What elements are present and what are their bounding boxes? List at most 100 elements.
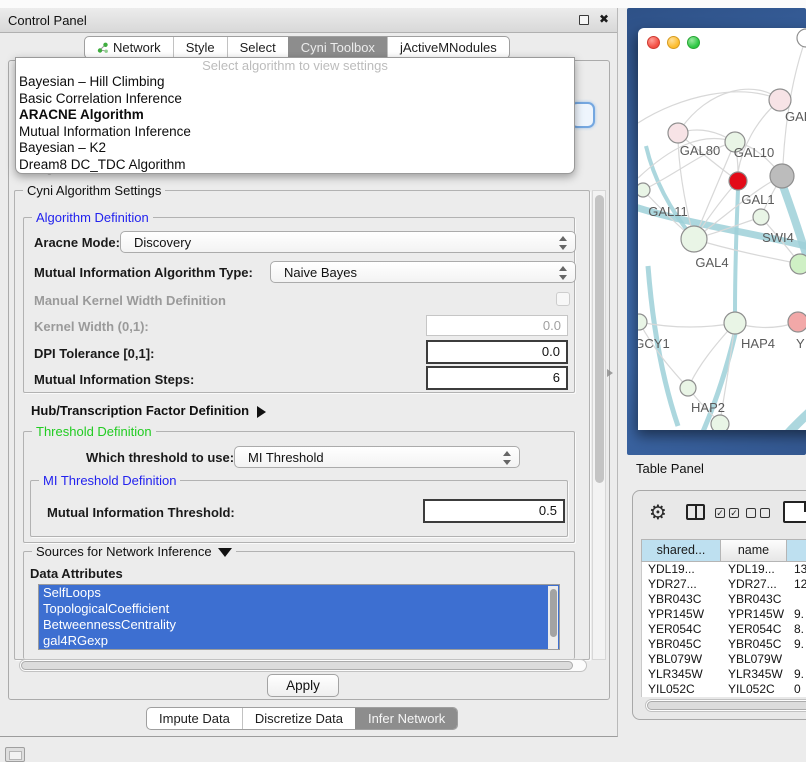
table-cell[interactable]: YLR345W: [722, 667, 788, 682]
split-columns-icon[interactable]: [686, 504, 705, 520]
table-cell[interactable]: [788, 652, 806, 667]
table-cell[interactable]: 13: [788, 562, 806, 577]
node-gal11[interactable]: [638, 183, 650, 197]
table-cell[interactable]: 8.: [788, 622, 806, 637]
settings-vertical-scrollbar[interactable]: [592, 190, 606, 660]
tab-network[interactable]: Network: [85, 37, 173, 58]
data-attributes-list[interactable]: SelfLoopsTopologicalCoefficientBetweenne…: [38, 584, 560, 650]
mi-threshold-field[interactable]: 0.5: [423, 499, 565, 523]
table-cell[interactable]: YER054C: [722, 622, 788, 637]
node-gal4[interactable]: [681, 226, 707, 252]
node-hap2[interactable]: [680, 380, 696, 396]
settings-horizontal-scrollbar[interactable]: [19, 659, 587, 672]
tab-infer-network[interactable]: Infer Network: [355, 708, 457, 729]
table-cell[interactable]: YDR27...: [642, 577, 722, 592]
attribute-item-betweennesscentrality[interactable]: BetweennessCentrality: [39, 617, 559, 633]
network-edge[interactable]: [784, 380, 806, 430]
node-gray[interactable]: [770, 164, 794, 188]
column-header-a[interactable]: A: [787, 539, 806, 562]
tab-cyni-toolbox[interactable]: Cyni Toolbox: [288, 37, 387, 58]
node-red[interactable]: [729, 172, 747, 190]
deselect-all-checkbox-icon[interactable]: [746, 508, 756, 518]
table-cell[interactable]: YBL079W: [642, 652, 722, 667]
docked-panel-icon[interactable]: [5, 747, 25, 762]
table-cell[interactable]: YDR27...: [722, 577, 788, 592]
network-edge[interactable]: [738, 100, 780, 172]
table-row[interactable]: YBR043CYBR043C: [642, 592, 806, 607]
close-panel-icon[interactable]: ✖: [599, 12, 609, 26]
table-cell[interactable]: YPR145W: [642, 607, 722, 622]
table-row[interactable]: YDL19...YDL19...13: [642, 562, 806, 577]
table-cell[interactable]: YLR345W: [642, 667, 722, 682]
which-threshold-combo[interactable]: MI Threshold: [234, 446, 520, 468]
table-cell[interactable]: YBR043C: [642, 592, 722, 607]
node-hap4[interactable]: [724, 312, 746, 334]
algorithm-dropdown-list[interactable]: Select algorithm to view settings Bayesi…: [15, 57, 575, 174]
float-panel-icon[interactable]: [579, 15, 589, 25]
column-header-shared[interactable]: shared...: [641, 539, 721, 562]
node-bottom-partial[interactable]: [711, 415, 729, 430]
table-cell[interactable]: YBL079W: [722, 652, 788, 667]
table-row[interactable]: YPR145WYPR145W9.: [642, 607, 806, 622]
table-row[interactable]: YLR345WYLR345W9.: [642, 667, 806, 682]
hub-definition-toggle[interactable]: Hub/Transcription Factor Definition: [31, 403, 266, 418]
algorithm-option-bayesian-hill-climbing[interactable]: Bayesian – Hill Climbing: [16, 74, 574, 91]
table-cell[interactable]: YIL052C: [722, 682, 788, 697]
select-all-checkbox-icon[interactable]: ✓: [729, 508, 739, 518]
gear-icon[interactable]: ⚙: [649, 500, 667, 526]
kernel-width-field[interactable]: 0.0: [426, 315, 568, 336]
table-cell[interactable]: YER054C: [642, 622, 722, 637]
algorithm-option-basic-correlation-inference[interactable]: Basic Correlation Inference: [16, 91, 574, 108]
sources-toggle[interactable]: Sources for Network Inference: [32, 544, 236, 559]
new-table-icon[interactable]: [783, 501, 806, 523]
node-top-partial[interactable]: [797, 29, 806, 47]
tab-discretize-data[interactable]: Discretize Data: [242, 708, 355, 729]
aracne-mode-combo[interactable]: Discovery: [120, 231, 576, 253]
tab-style[interactable]: Style: [173, 37, 227, 58]
table-cell[interactable]: [788, 592, 806, 607]
network-graph[interactable]: GALGAL80GAL10GAL1GAL11GAL4SWI4GCY1HAP4YH…: [638, 28, 806, 430]
network-edge[interactable]: [678, 89, 780, 133]
node-gal-pink[interactable]: [769, 89, 791, 111]
table-row[interactable]: YIL052CYIL052C0: [642, 682, 806, 697]
apply-button[interactable]: Apply: [267, 674, 339, 697]
node-pink-y[interactable]: [788, 312, 806, 332]
mi-type-combo[interactable]: Naive Bayes: [270, 261, 576, 283]
tab-select[interactable]: Select: [227, 37, 288, 58]
table-cell[interactable]: YBR045C: [642, 637, 722, 652]
table-cell[interactable]: 9.: [788, 667, 806, 682]
table-cell[interactable]: YBR043C: [722, 592, 788, 607]
attribute-item-topologicalcoefficient[interactable]: TopologicalCoefficient: [39, 601, 559, 617]
node-gal1[interactable]: [753, 209, 769, 225]
table-cell[interactable]: YDL19...: [722, 562, 788, 577]
table-row[interactable]: YDR27...YDR27...12: [642, 577, 806, 592]
table-cell[interactable]: YBR045C: [722, 637, 788, 652]
table-cell[interactable]: YPR145W: [722, 607, 788, 622]
table-row[interactable]: YBL079WYBL079W: [642, 652, 806, 667]
network-edge[interactable]: [646, 146, 694, 239]
algorithm-option-mutual-information-inference[interactable]: Mutual Information Inference: [16, 124, 574, 141]
network-edge[interactable]: [638, 92, 780, 123]
node-swi4[interactable]: [790, 254, 806, 274]
deselect-all-checkbox-icon[interactable]: [760, 508, 770, 518]
select-all-checkbox-icon[interactable]: ✓: [715, 508, 725, 518]
attribute-item-selfloops[interactable]: SelfLoops: [39, 585, 559, 601]
attributes-scrollbar[interactable]: [548, 586, 558, 650]
algorithm-option-aracne-algorithm[interactable]: ARACNE Algorithm: [16, 107, 574, 124]
table-cell[interactable]: 0: [788, 682, 806, 697]
tab-impute-data[interactable]: Impute Data: [147, 708, 242, 729]
dpi-tolerance-field[interactable]: 0.0: [426, 340, 568, 364]
table-row[interactable]: YBR045CYBR045C9.: [642, 637, 806, 652]
table-horizontal-scrollbar[interactable]: [645, 699, 806, 712]
algorithm-option-dream8-dc-tdc-algorithm[interactable]: Dream8 DC_TDC Algorithm: [16, 157, 574, 174]
table-cell[interactable]: 12: [788, 577, 806, 592]
attribute-item-gal4rgexp[interactable]: gal4RGexp: [39, 633, 559, 649]
node-gal80[interactable]: [668, 123, 688, 143]
split-pane-collapse-icon[interactable]: [607, 369, 613, 377]
table-cell[interactable]: YDL19...: [642, 562, 722, 577]
table-row[interactable]: YER054CYER054C8.: [642, 622, 806, 637]
mi-steps-field[interactable]: 6: [426, 366, 568, 390]
column-header-name[interactable]: name: [721, 539, 787, 562]
table-cell[interactable]: 9.: [788, 637, 806, 652]
node-gcy1[interactable]: [638, 314, 647, 330]
